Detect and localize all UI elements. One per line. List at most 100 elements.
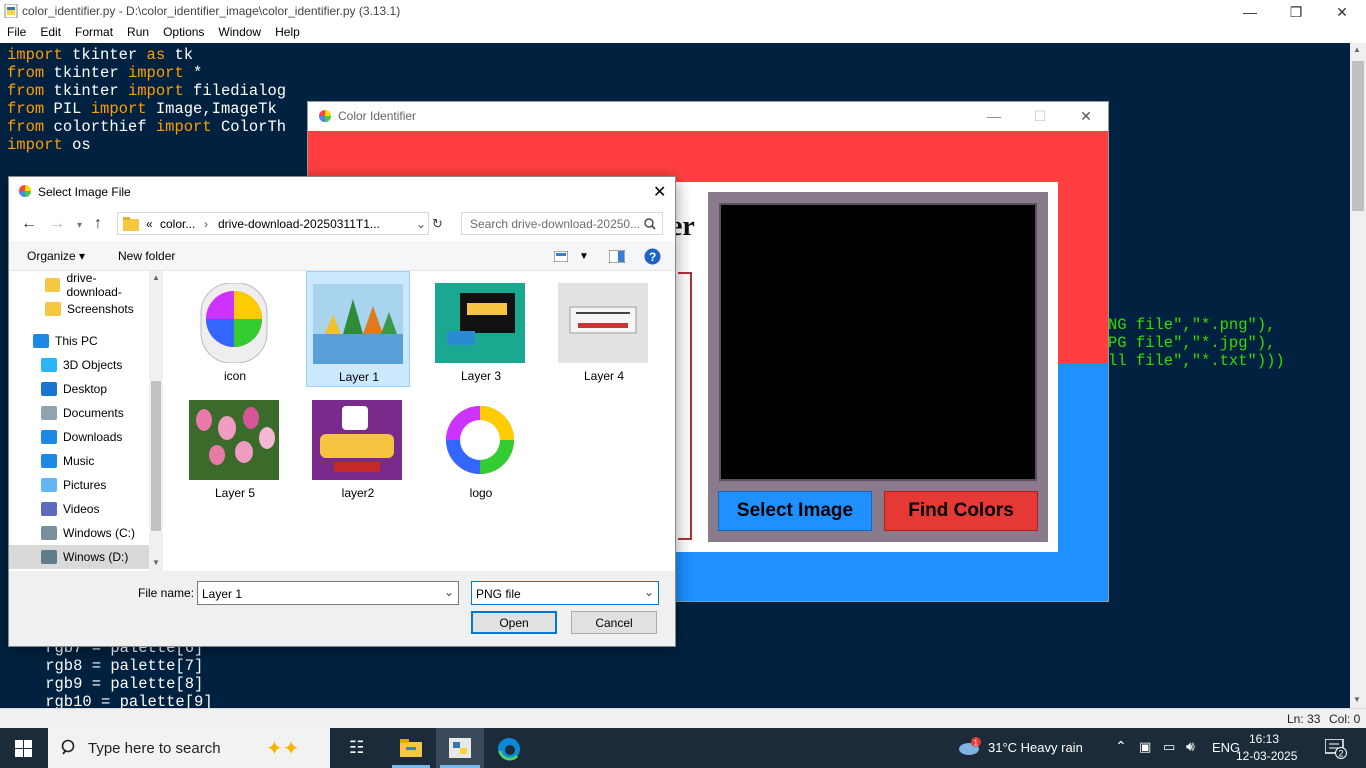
file-item[interactable]: layer2 xyxy=(306,388,410,504)
file-item[interactable]: Layer 3 xyxy=(429,271,533,387)
pictures-icon xyxy=(41,478,57,492)
nav-item[interactable]: Desktop xyxy=(9,377,149,401)
code-keyword: from xyxy=(7,64,45,82)
nav-item[interactable]: Winows (D:) xyxy=(9,545,149,569)
code-keyword: as xyxy=(146,46,166,64)
dialog-footer: File name: Layer 1 ⌄ PNG file ⌄ Open Can… xyxy=(9,571,675,646)
file-item[interactable]: Layer 4 xyxy=(552,271,656,387)
address-segment-drive-download[interactable]: drive-download-20250311T1... xyxy=(218,217,380,231)
menu-options[interactable]: Options xyxy=(156,24,211,43)
ci-minimize-button[interactable]: — xyxy=(971,104,1017,128)
task-view-icon[interactable]: ☷ xyxy=(349,738,364,758)
nav-item[interactable]: This PC xyxy=(9,329,149,353)
address-bar[interactable]: « color... › drive-download-20250311T1..… xyxy=(117,212,429,235)
up-arrow-icon[interactable]: ↑ xyxy=(94,215,102,233)
network-icon[interactable]: ▣ xyxy=(1139,739,1151,755)
scrollbar-thumb[interactable] xyxy=(1352,61,1364,211)
windows-start-icon[interactable] xyxy=(15,740,32,757)
scroll-up-arrow-icon[interactable]: ▲ xyxy=(1353,45,1361,54)
dialog-title: Select Image File xyxy=(38,185,131,199)
select-image-button[interactable]: Select Image xyxy=(718,491,872,531)
weather-text[interactable]: 31°C Heavy rain xyxy=(988,740,1083,755)
taskbar-search[interactable]: Type here to search ✦✦ xyxy=(48,728,330,768)
landscape-thumbnail xyxy=(313,284,403,364)
editor-scrollbar[interactable]: ▲ ▼ xyxy=(1350,43,1366,708)
organize-button[interactable]: Organize ▾ xyxy=(27,249,85,263)
status-bar: Ln: 33 Col: 0 xyxy=(0,708,1366,728)
clock-date[interactable]: 12-03-2025 xyxy=(1236,749,1297,763)
edge-browser-icon[interactable] xyxy=(497,737,521,761)
nav-scroll-down-icon[interactable]: ▼ xyxy=(152,558,160,567)
code-line: from tkinter import * xyxy=(7,64,286,82)
address-dropdown-icon[interactable]: ⌄ xyxy=(416,217,426,231)
code-line: ll file","*.txt"))) xyxy=(1108,352,1285,370)
close-button[interactable]: ✕ xyxy=(1319,0,1365,24)
python-taskbar-button[interactable] xyxy=(436,728,484,768)
clock-time[interactable]: 16:13 xyxy=(1249,732,1279,746)
nav-item[interactable]: Windows (C:) xyxy=(9,521,149,545)
file-type-dropdown-icon[interactable]: ⌄ xyxy=(644,585,654,599)
find-colors-button[interactable]: Find Colors xyxy=(884,491,1038,531)
file-type-select[interactable]: PNG file ⌄ xyxy=(471,581,659,605)
view-options-icon[interactable] xyxy=(554,251,568,262)
nav-item[interactable]: drive-download- xyxy=(9,271,149,299)
search-box[interactable]: Search drive-download-20250... xyxy=(461,212,663,235)
address-segment-color[interactable]: color... xyxy=(160,217,195,231)
code-keyword: from xyxy=(7,118,45,136)
menu-window[interactable]: Window xyxy=(211,24,268,43)
code-keyword: import xyxy=(155,118,212,136)
forward-arrow-icon[interactable]: → xyxy=(49,215,65,233)
nav-item-label: Music xyxy=(63,454,95,468)
file-item-label: Layer 3 xyxy=(460,369,502,383)
nav-scroll-thumb[interactable] xyxy=(151,381,161,531)
file-item[interactable]: logo xyxy=(429,388,533,504)
volume-icon[interactable]: 🔊︎ xyxy=(1186,738,1195,755)
menu-format[interactable]: Format xyxy=(68,24,120,43)
file-item[interactable]: Layer 5 xyxy=(183,388,287,504)
back-arrow-icon[interactable]: ← xyxy=(21,215,37,233)
maximize-button[interactable]: ❐ xyxy=(1273,0,1319,24)
ci-maximize-button[interactable]: ☐ xyxy=(1017,104,1063,128)
nav-item[interactable]: Pictures xyxy=(9,473,149,497)
navigation-scrollbar[interactable]: ▲ ▼ xyxy=(149,271,163,571)
preview-pane-icon[interactable] xyxy=(609,250,625,263)
notification-center-icon[interactable]: 2 xyxy=(1325,739,1347,759)
code-identifier: tk xyxy=(165,46,194,64)
battery-icon[interactable]: ▭ xyxy=(1163,739,1175,755)
file-item[interactable]: Layer 1 xyxy=(306,271,410,387)
file-name-value: Layer 1 xyxy=(202,587,243,601)
file-name-dropdown-icon[interactable]: ⌄ xyxy=(444,585,454,599)
new-folder-button[interactable]: New folder xyxy=(118,249,175,263)
nav-item[interactable]: Music xyxy=(9,449,149,473)
file-explorer-icon[interactable] xyxy=(400,739,422,757)
open-button[interactable]: Open xyxy=(471,611,557,634)
menu-run[interactable]: Run xyxy=(120,24,156,43)
menu-file[interactable]: File xyxy=(0,24,33,43)
weather-cloud-icon[interactable]: 1 xyxy=(956,737,982,759)
scroll-down-arrow-icon[interactable]: ▼ xyxy=(1353,695,1361,704)
show-hidden-icons-icon[interactable]: ⌃ xyxy=(1115,738,1127,755)
menu-help[interactable]: Help xyxy=(268,24,307,43)
minimize-button[interactable]: — xyxy=(1227,0,1273,24)
view-dropdown-icon[interactable]: ▼ xyxy=(579,251,589,262)
nav-item[interactable]: Videos xyxy=(9,497,149,521)
help-icon[interactable]: ? xyxy=(644,248,661,265)
cancel-button[interactable]: Cancel xyxy=(571,611,657,634)
refresh-icon[interactable]: ↻ xyxy=(432,216,443,232)
svg-text:?: ? xyxy=(649,250,656,264)
nav-item[interactable]: Screenshots xyxy=(9,297,149,321)
nav-item-label: Documents xyxy=(63,406,124,420)
history-chevron-icon[interactable]: ▾ xyxy=(77,220,82,231)
file-item[interactable]: icon xyxy=(183,271,287,387)
nav-item[interactable]: 3D Objects xyxy=(9,353,149,377)
file-name-input[interactable]: Layer 1 ⌄ xyxy=(197,581,459,605)
nav-item[interactable]: Documents xyxy=(9,401,149,425)
nav-item[interactable]: Downloads xyxy=(9,425,149,449)
navigation-pane: drive-download- Screenshots This PC 3D Obje… xyxy=(9,271,163,571)
dialog-close-icon[interactable]: ✕ xyxy=(653,182,666,202)
nav-scroll-up-icon[interactable]: ▲ xyxy=(152,273,160,282)
drive-icon xyxy=(41,550,57,564)
taskbar-search-placeholder: Type here to search xyxy=(88,740,221,757)
ci-close-button[interactable]: ✕ xyxy=(1063,104,1108,128)
menu-edit[interactable]: Edit xyxy=(33,24,68,43)
